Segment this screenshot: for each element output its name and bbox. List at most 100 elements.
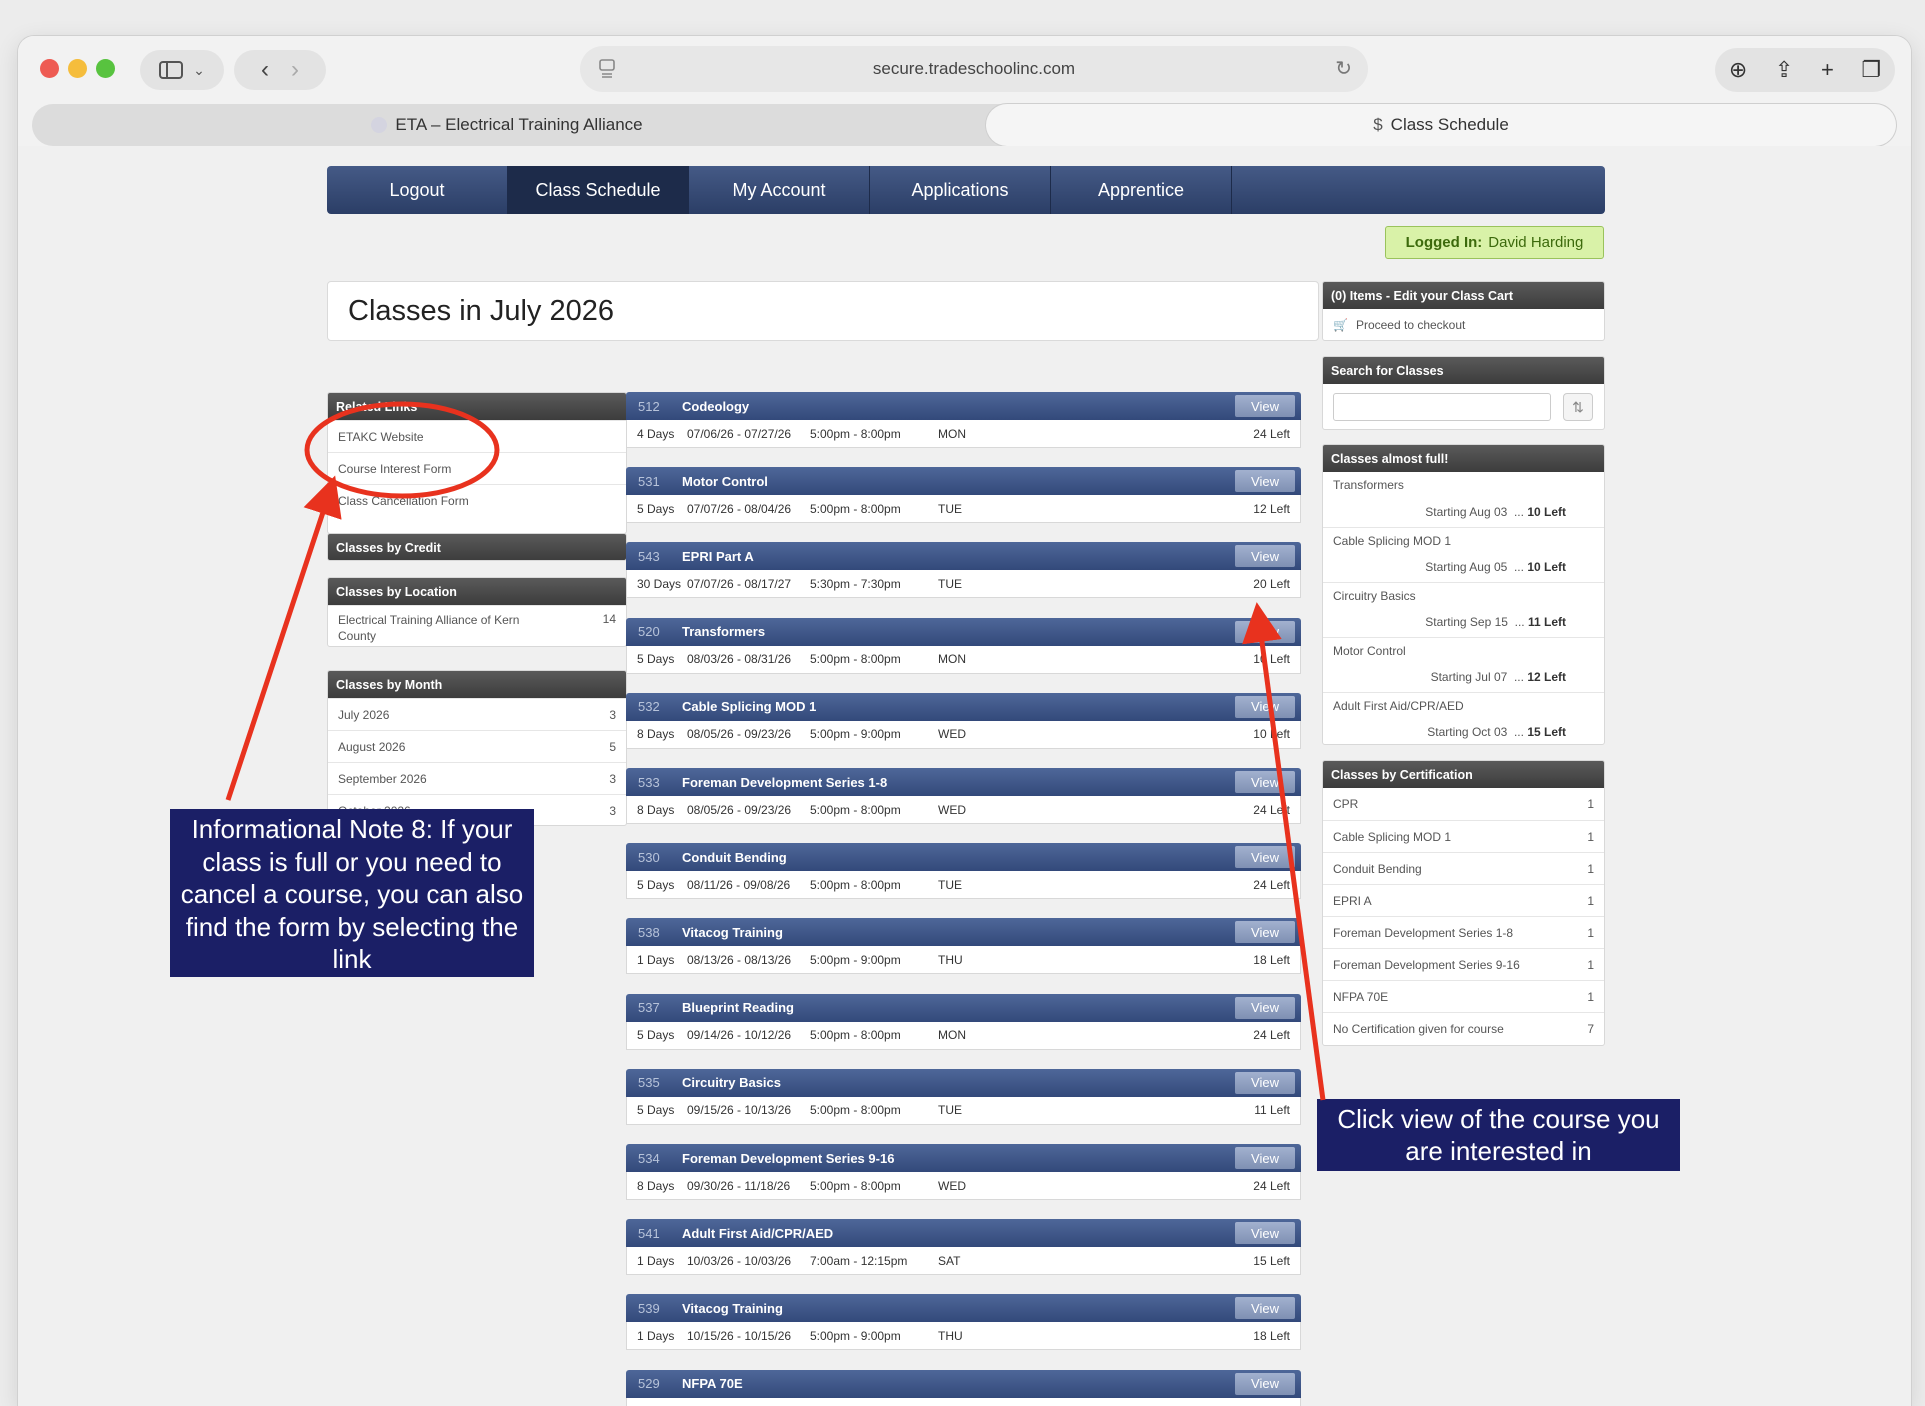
classes-by-credit-panel[interactable]: Classes by Credit xyxy=(327,533,627,561)
view-button[interactable]: View xyxy=(1235,921,1295,944)
nav-class-schedule[interactable]: Class Schedule xyxy=(508,166,689,214)
month-item[interactable]: August 2026 5 xyxy=(328,730,626,762)
view-button[interactable]: View xyxy=(1235,846,1295,869)
nav-apprentice[interactable]: Apprentice xyxy=(1051,166,1232,214)
course-weekday: TUE xyxy=(938,877,962,892)
month-label: August 2026 xyxy=(338,739,406,754)
seats-left: 11 Left xyxy=(1527,615,1566,629)
certification-item[interactable]: CPR 1 xyxy=(1323,788,1604,820)
view-button[interactable]: View xyxy=(1235,771,1295,793)
view-button[interactable]: View xyxy=(1235,1222,1295,1245)
certification-count: 1 xyxy=(1587,957,1594,972)
seats-left: 12 Left xyxy=(1527,670,1566,684)
course-days: 1 Days xyxy=(637,952,675,967)
certification-item[interactable]: No Certification given for course 7 xyxy=(1323,1012,1604,1044)
course-number: 512 xyxy=(638,398,660,414)
view-button[interactable]: View xyxy=(1235,395,1295,417)
month-count: 5 xyxy=(609,739,616,754)
link-etakc-website[interactable]: ETAKC Website xyxy=(328,420,626,452)
course-header: 520 Transformers View xyxy=(626,617,1301,646)
course-header: 531 Motor Control View xyxy=(626,467,1301,496)
month-item[interactable]: July 2026 3 xyxy=(328,698,626,730)
view-button[interactable]: View xyxy=(1235,1297,1295,1320)
view-button[interactable]: View xyxy=(1235,470,1295,493)
certification-label: CPR xyxy=(1333,797,1359,811)
share-icon[interactable]: ⇪ xyxy=(1775,57,1793,83)
course-header: 535 Circuitry Basics View xyxy=(626,1068,1301,1097)
course-weekday: MON xyxy=(938,652,966,667)
course-days: 5 Days xyxy=(637,501,675,516)
almost-full-item[interactable]: Adult First Aid/CPR/AED Starting Oct 03 .… xyxy=(1323,692,1604,744)
certification-item[interactable]: Conduit Bending 1 xyxy=(1323,852,1604,884)
view-button[interactable]: View xyxy=(1235,996,1295,1019)
almost-full-item[interactable]: Transformers Starting Aug 03 ... 10 Left xyxy=(1323,472,1604,527)
nav-logout[interactable]: Logout xyxy=(327,166,508,214)
close-window-button[interactable] xyxy=(40,59,59,78)
certification-item[interactable]: Foreman Development Series 9-16 1 xyxy=(1323,948,1604,980)
almost-full-item[interactable]: Cable Splicing MOD 1 Starting Aug 05 ... … xyxy=(1323,527,1604,582)
almost-full-item[interactable]: Circuitry Basics Starting Sep 15 ... 11 L… xyxy=(1323,582,1604,637)
related-links-panel: Related Links ETAKC Website Course Inter… xyxy=(327,392,627,534)
view-button[interactable]: View xyxy=(1235,620,1295,643)
course-header: 538 Vitacog Training View xyxy=(626,918,1301,947)
link-class-cancellation-form[interactable]: Class Cancellation Form xyxy=(328,484,626,516)
month-item[interactable]: September 2026 3 xyxy=(328,762,626,794)
certification-item[interactable]: EPRI A 1 xyxy=(1323,884,1604,916)
certification-count: 1 xyxy=(1587,925,1594,940)
course-header: 534 Foreman Development Series 9-16 View xyxy=(626,1144,1301,1172)
minimize-window-button[interactable] xyxy=(68,59,87,78)
checkout-label: Proceed to checkout xyxy=(1355,318,1466,332)
tab-overview-icon[interactable]: ❐ xyxy=(1861,57,1881,83)
cart-heading[interactable]: (0) Items - Edit your Class Cart xyxy=(1323,282,1604,309)
tab-class-schedule[interactable]: $ Class Schedule xyxy=(986,104,1896,146)
tab-eta[interactable]: ETA – Electrical Training Alliance xyxy=(32,104,982,146)
search-input[interactable] xyxy=(1333,393,1551,421)
location-item[interactable]: Electrical Training Alliance of Kern Cou… xyxy=(328,605,626,646)
nav-my-account[interactable]: My Account xyxy=(689,166,870,214)
page-settings-icon[interactable] xyxy=(598,57,616,79)
view-button[interactable]: View xyxy=(1235,695,1295,718)
course-days: 1 Days xyxy=(637,1253,675,1268)
search-button[interactable]: ⇅ xyxy=(1563,393,1593,421)
certification-count: 7 xyxy=(1587,1021,1594,1036)
search-icon: ⇅ xyxy=(1572,398,1584,415)
course-time: 5:00pm - 8:00pm xyxy=(810,1028,901,1043)
link-label: Class Cancellation Form xyxy=(338,493,469,508)
checkout-link[interactable]: 🛒 Proceed to checkout xyxy=(1323,309,1604,340)
certification-label: No Certification given for course xyxy=(1333,1021,1504,1036)
download-icon[interactable]: ⊕ xyxy=(1729,57,1747,83)
course-time: 5:00pm - 8:00pm xyxy=(810,1178,901,1193)
link-course-interest-form[interactable]: Course Interest Form xyxy=(328,452,626,484)
course-time: 5:00pm - 9:00pm xyxy=(810,727,901,742)
new-tab-icon[interactable]: + xyxy=(1821,57,1834,83)
course-name: Foreman Development Series 1-8 xyxy=(682,774,888,790)
nav-applications[interactable]: Applications xyxy=(870,166,1051,214)
certification-label: NFPA 70E xyxy=(1333,989,1389,1004)
almost-full-item[interactable]: Motor Control Starting Jul 07 ... 12 Left xyxy=(1323,637,1604,692)
certification-item[interactable]: Foreman Development Series 1-8 1 xyxy=(1323,916,1604,948)
certification-item[interactable]: Cable Splicing MOD 1 1 xyxy=(1323,820,1604,852)
certification-count: 1 xyxy=(1587,989,1594,1004)
almost-full-name: Motor Control xyxy=(1333,644,1406,658)
course-dates: 08/13/26 - 08/13/26 xyxy=(687,952,792,967)
classes-by-location-panel: Classes by Location Electrical Training … xyxy=(327,577,627,647)
certification-item[interactable]: NFPA 70E 1 xyxy=(1323,980,1604,1012)
address-bar[interactable]: secure.tradeschoolinc.com ↻ xyxy=(580,46,1368,92)
forward-icon[interactable]: › xyxy=(291,56,299,84)
sidebar-toggle-button[interactable]: ⌄ xyxy=(140,50,224,90)
course-weekday: TUE xyxy=(938,501,962,516)
view-button[interactable]: View xyxy=(1235,1372,1295,1395)
related-links-heading: Related Links xyxy=(328,393,626,420)
course-days: 8 Days xyxy=(637,802,675,817)
reload-icon[interactable]: ↻ xyxy=(1335,56,1352,81)
seats-left: 24 Left xyxy=(1253,877,1290,892)
certification-heading: Classes by Certification xyxy=(1323,761,1604,788)
zoom-window-button[interactable] xyxy=(96,59,115,78)
view-button[interactable]: View xyxy=(1235,1071,1295,1094)
seats-left: 24 Left xyxy=(1253,1178,1290,1193)
view-button[interactable]: View xyxy=(1235,1147,1295,1169)
month-count: 3 xyxy=(609,707,616,722)
back-icon[interactable]: ‹ xyxy=(261,56,269,84)
view-button[interactable]: View xyxy=(1235,545,1295,568)
course-details: 8 Days 09/30/26 - 11/18/26 5:00pm - 8:00pm… xyxy=(626,1172,1301,1200)
